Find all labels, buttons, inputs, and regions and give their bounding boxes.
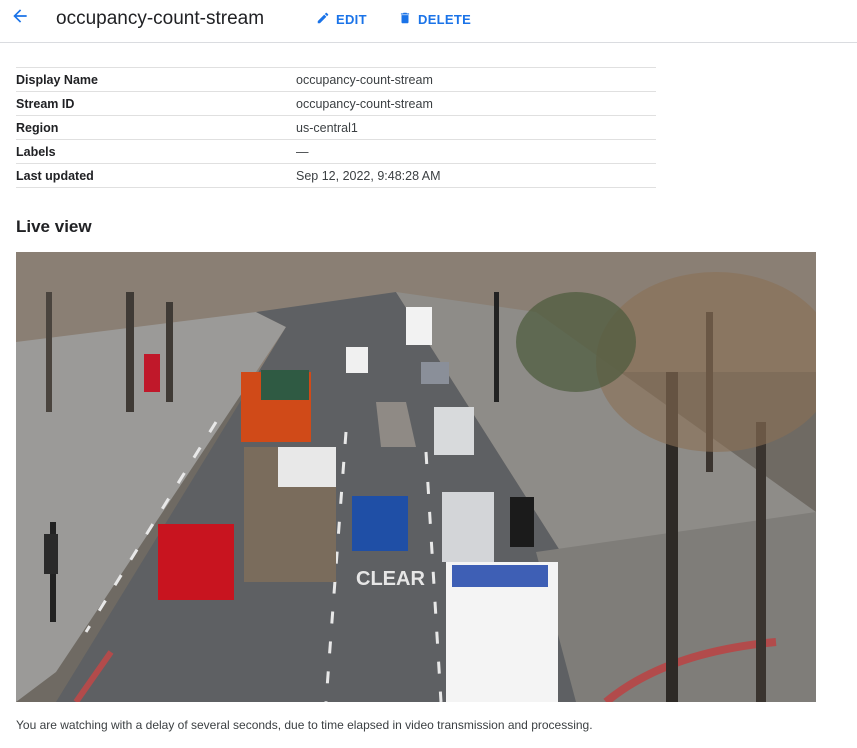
pencil-icon [316, 11, 336, 28]
road-marking-clear: CLEAR [356, 568, 425, 590]
detail-row-stream-id: Stream ID occupancy-count-stream [16, 92, 656, 116]
detail-key: Stream ID [16, 96, 75, 111]
detail-value: — [296, 144, 309, 159]
back-button[interactable] [8, 6, 32, 30]
detail-key: Region [16, 120, 59, 135]
trash-icon [398, 11, 418, 28]
traffic-camera-image: CLEAR [16, 252, 816, 702]
detail-key: Last updated [16, 168, 94, 183]
arrow-back-icon [10, 6, 30, 31]
app-header: occupancy-count-stream EDIT DELETE [0, 0, 857, 43]
edit-button[interactable]: EDIT [316, 10, 367, 28]
detail-row-display-name: Display Name occupancy-count-stream [16, 68, 656, 92]
edit-label: EDIT [336, 11, 367, 27]
detail-row-labels: Labels — [16, 140, 656, 164]
detail-key: Display Name [16, 72, 98, 87]
detail-value: occupancy-count-stream [296, 96, 433, 111]
live-view-heading: Live view [16, 217, 92, 236]
delete-label: DELETE [418, 11, 472, 27]
detail-row-last-updated: Last updated Sep 12, 2022, 9:48:28 AM [16, 164, 656, 188]
detail-key: Labels [16, 144, 56, 159]
detail-value: us-central1 [296, 120, 358, 135]
detail-value: occupancy-count-stream [296, 72, 433, 87]
live-video-frame: CLEAR [16, 252, 816, 702]
page-title: occupancy-count-stream [56, 8, 265, 29]
delete-button[interactable]: DELETE [398, 10, 471, 28]
detail-row-region: Region us-central1 [16, 116, 656, 140]
live-view-caption: You are watching with a delay of several… [16, 718, 593, 732]
stream-details-table: Display Name occupancy-count-stream Stre… [16, 67, 656, 188]
detail-value: Sep 12, 2022, 9:48:28 AM [296, 168, 441, 183]
